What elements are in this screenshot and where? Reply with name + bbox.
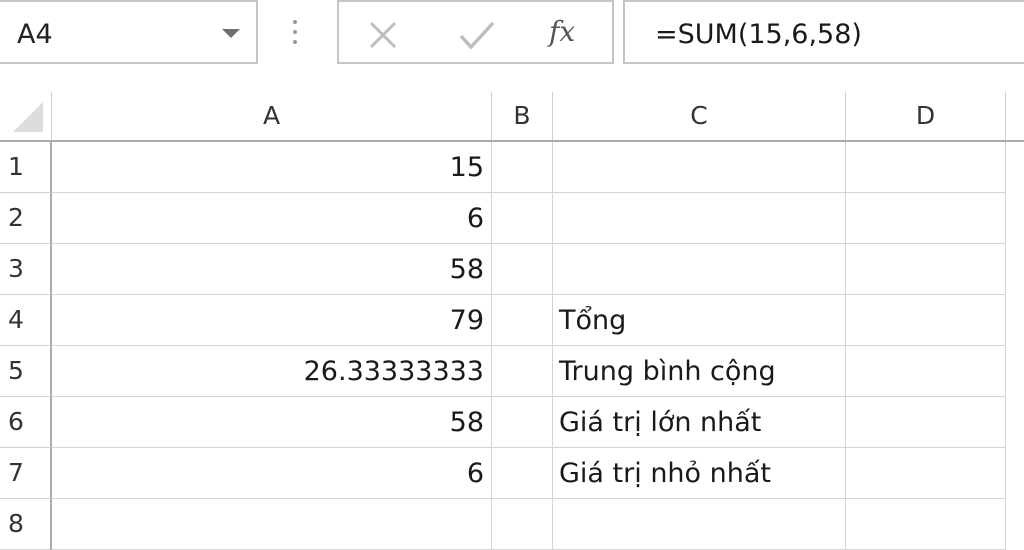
cell-d4[interactable] (846, 295, 1006, 346)
column-header-b[interactable]: B (492, 92, 553, 140)
cell-d6[interactable] (846, 397, 1006, 448)
row-header-4[interactable]: 4 (0, 295, 52, 346)
cell-d1[interactable] (846, 142, 1006, 193)
cell-a7[interactable]: 6 (52, 448, 492, 499)
cell-b8[interactable] (492, 499, 553, 550)
cell-a3[interactable]: 58 (52, 244, 492, 295)
column-header-row: A B C D (0, 92, 1024, 142)
cell-c2[interactable] (553, 193, 846, 244)
spreadsheet-grid: A B C D 1 15 2 6 3 58 4 79 Tổng 5 26.333… (0, 92, 1024, 550)
cell-a6[interactable]: 58 (52, 397, 492, 448)
row-header-8[interactable]: 8 (0, 499, 52, 550)
cell-b5[interactable] (492, 346, 553, 397)
cell-c6[interactable]: Giá trị lớn nhất (553, 397, 846, 448)
chevron-down-icon[interactable] (222, 29, 240, 38)
cell-a5[interactable]: 26.33333333 (52, 346, 492, 397)
formula-text: =SUM(15,6,58) (655, 19, 862, 50)
enter-check-icon[interactable] (457, 20, 497, 50)
row-header-6[interactable]: 6 (0, 397, 52, 448)
row-header-2[interactable]: 2 (0, 193, 52, 244)
select-all-triangle-icon (13, 102, 43, 132)
cancel-icon[interactable] (367, 20, 399, 50)
row-header-7[interactable]: 7 (0, 448, 52, 499)
cell-d7[interactable] (846, 448, 1006, 499)
cell-c1[interactable] (553, 142, 846, 193)
cell-a4[interactable]: 79 (52, 295, 492, 346)
formula-bar[interactable]: =SUM(15,6,58) (623, 0, 1024, 64)
cell-c8[interactable] (553, 499, 846, 550)
cell-a8[interactable] (52, 499, 492, 550)
cell-b1[interactable] (492, 142, 553, 193)
cell-d2[interactable] (846, 193, 1006, 244)
cell-a1[interactable]: 15 (52, 142, 492, 193)
cell-d8[interactable] (846, 499, 1006, 550)
cell-c5[interactable]: Trung bình cộng (553, 346, 846, 397)
select-all-button[interactable] (0, 92, 52, 140)
formula-buttons: fx (337, 0, 614, 64)
fx-icon[interactable]: fx (549, 14, 575, 50)
column-header-d[interactable]: D (846, 92, 1006, 140)
grip-dots-icon[interactable] (293, 20, 299, 50)
cell-d3[interactable] (846, 244, 1006, 295)
cell-c4[interactable]: Tổng (553, 295, 846, 346)
cell-d5[interactable] (846, 346, 1006, 397)
name-box[interactable]: A4 (0, 0, 258, 64)
column-header-c[interactable]: C (553, 92, 846, 140)
cell-b7[interactable] (492, 448, 553, 499)
cell-b6[interactable] (492, 397, 553, 448)
cell-b2[interactable] (492, 193, 553, 244)
column-header-a[interactable]: A (52, 92, 492, 140)
cell-c7[interactable]: Giá trị nhỏ nhất (553, 448, 846, 499)
row-header-3[interactable]: 3 (0, 244, 52, 295)
cell-b4[interactable] (492, 295, 553, 346)
cell-b3[interactable] (492, 244, 553, 295)
name-box-value: A4 (17, 19, 53, 50)
row-header-5[interactable]: 5 (0, 346, 52, 397)
row-header-1[interactable]: 1 (0, 142, 52, 193)
formula-area: A4 fx =SUM(15,6,58) (0, 0, 1024, 92)
cell-a2[interactable]: 6 (52, 193, 492, 244)
cell-c3[interactable] (553, 244, 846, 295)
